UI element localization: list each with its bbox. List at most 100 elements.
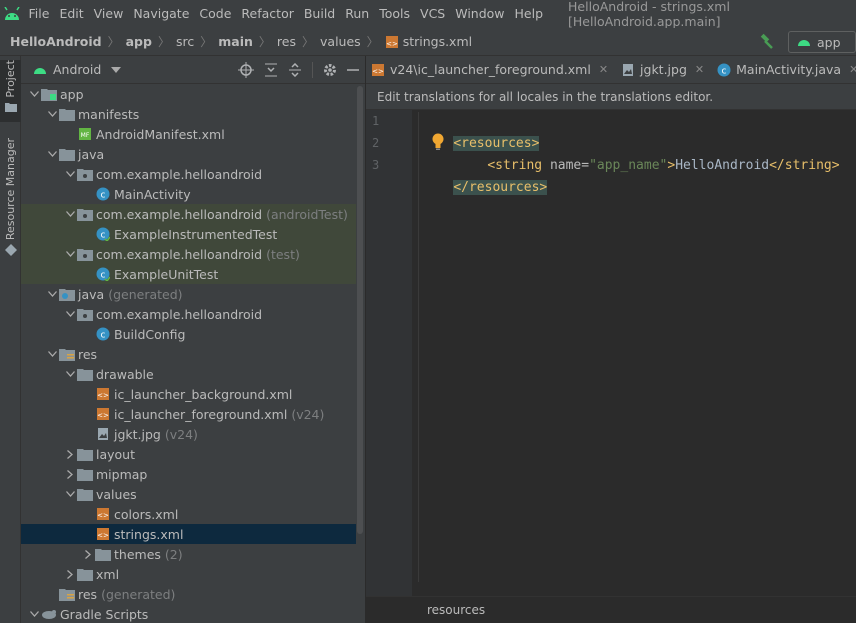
menu-view[interactable]: View xyxy=(89,0,129,28)
tree-item[interactable]: <> strings.xml xyxy=(21,524,356,544)
chevron-down-icon[interactable] xyxy=(111,66,122,73)
tree-item[interactable]: com.example.helloandroid (androidTest) xyxy=(21,204,356,224)
chevron-down-icon[interactable] xyxy=(63,164,77,184)
editor-tab[interactable]: <> v24\ic_launcher_foreground.xml ✕ xyxy=(366,56,616,83)
chevron-down-icon[interactable] xyxy=(45,104,59,124)
breadcrumb-separator-icon: 〉 xyxy=(200,35,213,49)
intention-lightbulb-icon[interactable] xyxy=(431,133,445,154)
tree-item[interactable]: MF AndroidManifest.xml xyxy=(21,124,356,144)
tree-item[interactable]: <> ic_launcher_background.xml xyxy=(21,384,356,404)
line-number: 1 xyxy=(372,114,380,128)
breadcrumb-project[interactable]: HelloAndroid xyxy=(10,34,102,49)
resource-manager-tool-tab[interactable]: Resource Manager xyxy=(0,138,21,258)
tree-item[interactable]: themes (2) xyxy=(21,544,356,564)
breadcrumb-values[interactable]: values xyxy=(320,34,361,49)
locate-file-icon[interactable] xyxy=(238,62,254,78)
tree-item[interactable]: c ExampleInstrumentedTest xyxy=(21,224,356,244)
menu-build[interactable]: Build xyxy=(299,0,340,28)
hide-panel-icon[interactable] xyxy=(347,64,359,76)
tree-item[interactable]: java (generated) xyxy=(21,284,356,304)
tree-item[interactable]: res (generated) xyxy=(21,584,356,604)
tree-item[interactable]: com.example.helloandroid xyxy=(21,164,356,184)
menu-navigate[interactable]: Navigate xyxy=(128,0,194,28)
chevron-right-icon[interactable] xyxy=(81,544,95,564)
tree-item[interactable]: c MainActivity xyxy=(21,184,356,204)
chevron-down-icon[interactable] xyxy=(63,364,77,384)
tree-item-label: MainActivity xyxy=(114,186,191,202)
tree-item[interactable]: Gradle Scripts xyxy=(21,604,356,623)
menu-tools[interactable]: Tools xyxy=(374,0,415,28)
menu-code[interactable]: Code xyxy=(194,0,236,28)
breadcrumb-res[interactable]: res xyxy=(277,34,296,49)
xml-tag: > xyxy=(667,158,676,173)
tree-item[interactable]: mipmap xyxy=(21,464,356,484)
editor-tab[interactable]: jgkt.jpg ✕ xyxy=(616,56,712,83)
tree-item[interactable]: <> ic_launcher_foreground.xml (v24) xyxy=(21,404,356,424)
tree-item[interactable]: <> colors.xml xyxy=(21,504,356,524)
translations-editor-banner[interactable]: Edit translations for all locales in the… xyxy=(366,84,856,110)
project-view-select[interactable]: Android xyxy=(53,62,101,77)
chevron-down-icon[interactable] xyxy=(63,304,77,324)
chevron-down-icon[interactable] xyxy=(63,204,77,224)
editor-breadcrumb[interactable]: resources xyxy=(366,596,856,623)
tree-item[interactable]: layout xyxy=(21,444,356,464)
chevron-down-icon[interactable] xyxy=(45,144,59,164)
build-hammer-icon[interactable] xyxy=(758,33,776,51)
image-file-icon xyxy=(620,62,636,78)
project-tree-scrollbar[interactable] xyxy=(357,86,363,534)
folder-icon xyxy=(77,566,93,582)
svg-text:c: c xyxy=(101,231,106,241)
tree-item[interactable]: manifests xyxy=(21,104,356,124)
breadcrumb-main[interactable]: main xyxy=(218,34,253,49)
menu-file[interactable]: File xyxy=(24,0,55,28)
chevron-right-icon[interactable] xyxy=(63,444,77,464)
chevron-right-icon[interactable] xyxy=(63,464,77,484)
tree-item[interactable]: xml xyxy=(21,564,356,584)
tree-item[interactable]: values xyxy=(21,484,356,504)
tree-item[interactable]: jgkt.jpg (v24) xyxy=(21,424,356,444)
editor-tab-label: jgkt.jpg xyxy=(640,62,687,77)
expand-all-icon[interactable] xyxy=(264,63,278,77)
menu-help[interactable]: Help xyxy=(510,0,549,28)
xml-file-icon: <> xyxy=(95,506,111,522)
tree-item[interactable]: com.example.helloandroid xyxy=(21,304,356,324)
close-icon[interactable]: ✕ xyxy=(849,63,856,76)
menu-edit[interactable]: Edit xyxy=(54,0,88,28)
tree-item[interactable]: res xyxy=(21,344,356,364)
chevron-right-icon[interactable] xyxy=(63,564,77,584)
chevron-down-icon[interactable] xyxy=(27,604,41,623)
chevron-down-icon[interactable] xyxy=(45,284,59,304)
menu-run[interactable]: Run xyxy=(340,0,374,28)
tree-item[interactable]: drawable xyxy=(21,364,356,384)
resource-manager-icon xyxy=(4,244,17,257)
run-configuration-label: app xyxy=(817,34,841,50)
tree-item[interactable]: com.example.helloandroid (test) xyxy=(21,244,356,264)
collapse-all-icon[interactable] xyxy=(288,63,302,77)
run-configuration-select[interactable]: app xyxy=(788,31,856,53)
breadcrumb-file[interactable]: <> strings.xml xyxy=(385,34,472,49)
tree-item[interactable]: java xyxy=(21,144,356,164)
menu-refactor[interactable]: Refactor xyxy=(236,0,298,28)
project-tool-tab[interactable]: Project xyxy=(0,60,21,122)
android-icon xyxy=(33,65,47,75)
menu-window[interactable]: Window xyxy=(450,0,509,28)
tree-item[interactable]: c BuildConfig xyxy=(21,324,356,344)
close-icon[interactable]: ✕ xyxy=(599,63,608,76)
menu-vcs[interactable]: VCS xyxy=(415,0,450,28)
folder-icon xyxy=(77,446,93,462)
breadcrumb-src[interactable]: src xyxy=(176,34,194,49)
chevron-down-icon[interactable] xyxy=(63,244,77,264)
xml-file-icon: <> xyxy=(95,526,111,542)
chevron-down-icon[interactable] xyxy=(63,484,77,504)
editor-tab[interactable]: c MainActivity.java ✕ xyxy=(712,56,856,83)
breadcrumb-separator-icon: 〉 xyxy=(157,35,170,49)
chevron-down-icon[interactable] xyxy=(45,344,59,364)
close-icon[interactable]: ✕ xyxy=(695,63,704,76)
tree-item[interactable]: c ExampleUnitTest xyxy=(21,264,356,284)
test-class-icon: c xyxy=(95,266,111,282)
gear-icon[interactable] xyxy=(323,63,337,77)
tree-item[interactable]: app xyxy=(21,84,356,104)
chevron-down-icon[interactable] xyxy=(27,84,41,104)
breadcrumb-module[interactable]: app xyxy=(126,34,152,49)
